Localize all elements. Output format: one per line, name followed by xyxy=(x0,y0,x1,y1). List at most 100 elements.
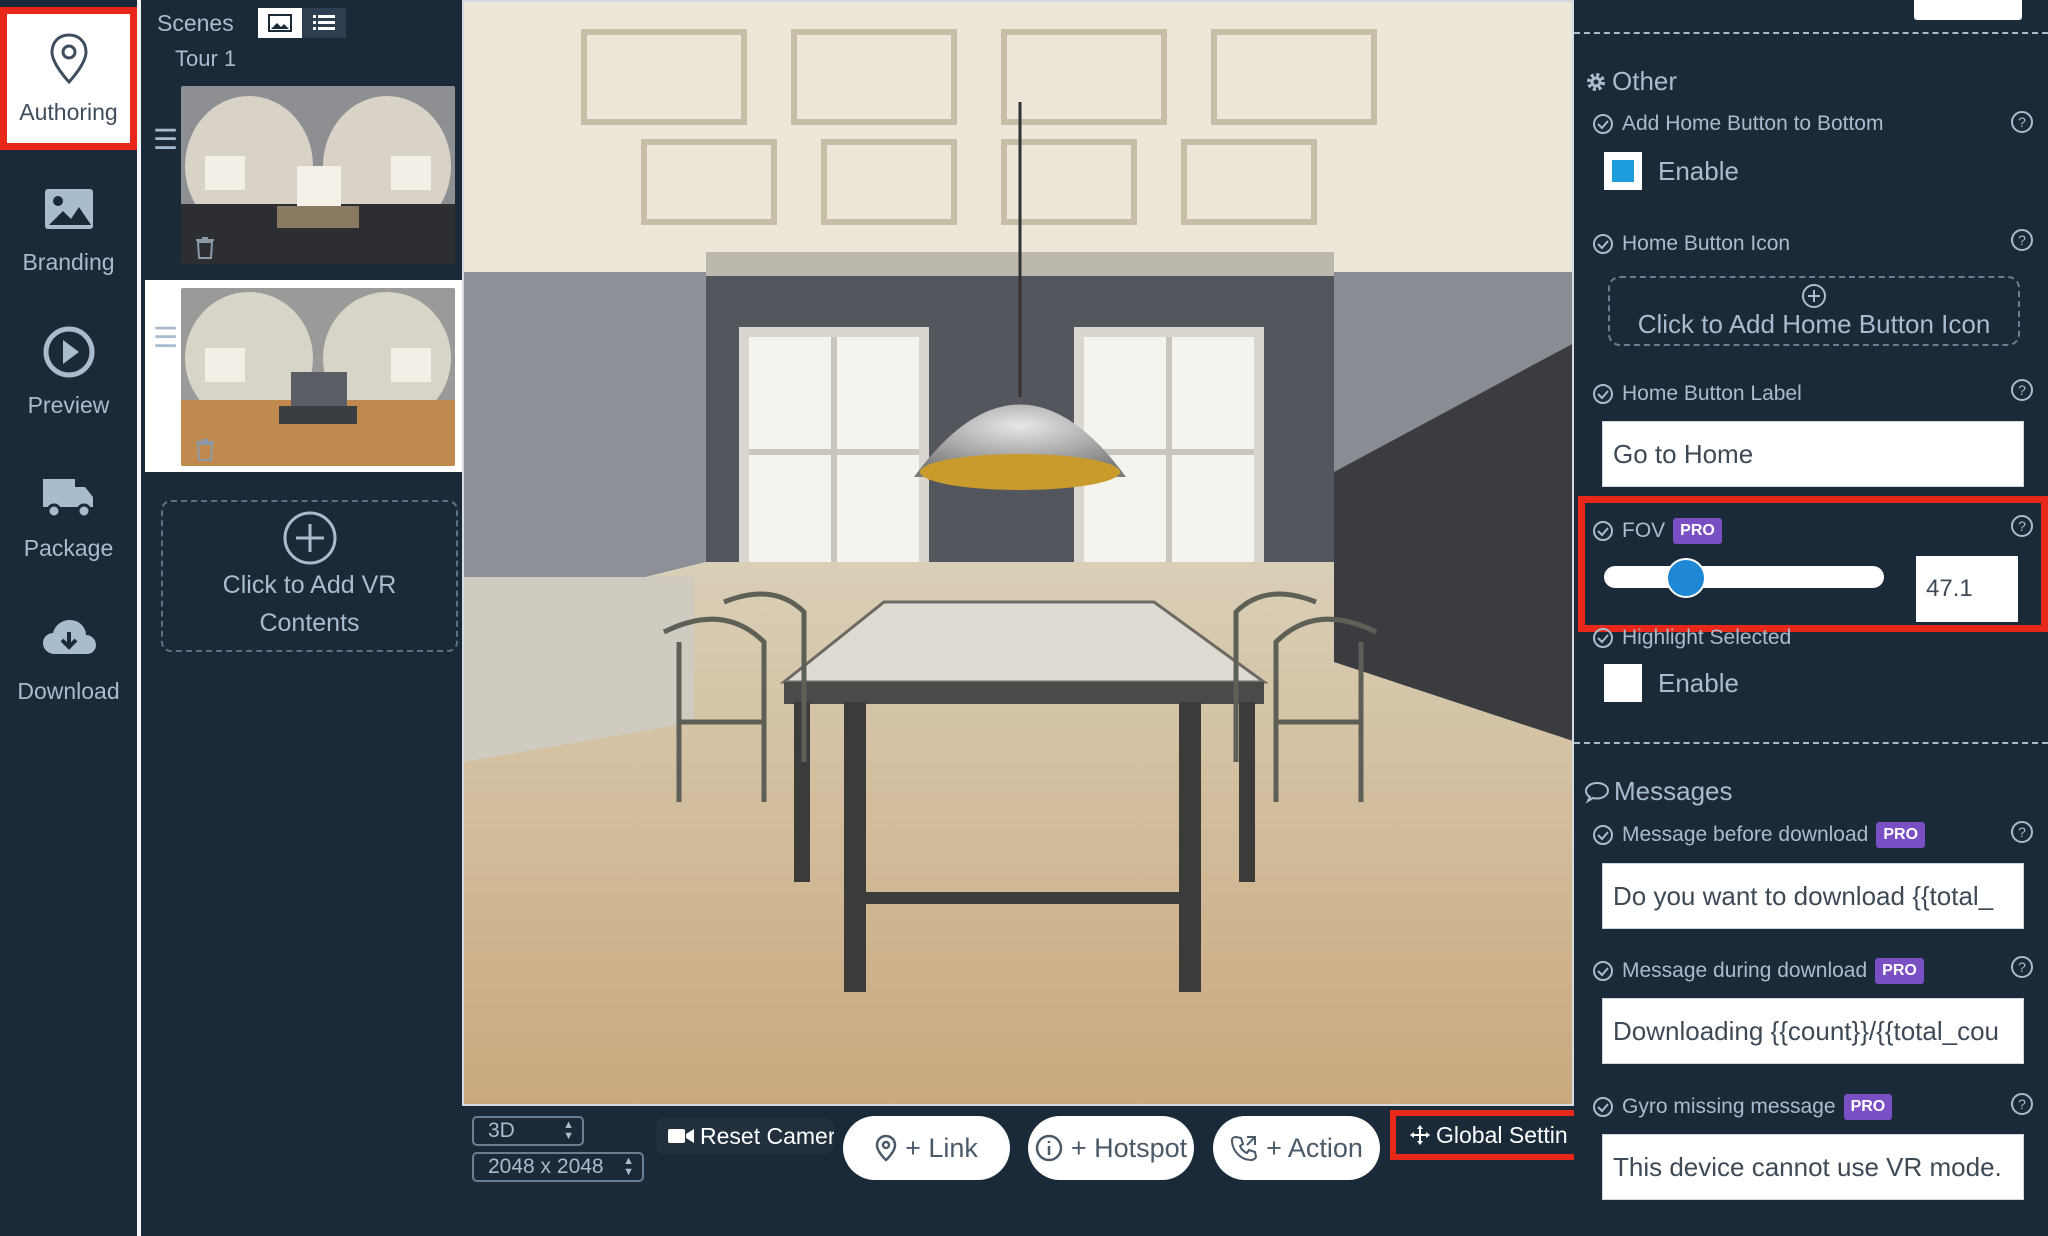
section-messages: Messages xyxy=(1584,776,1733,807)
check-circle-icon xyxy=(1593,234,1613,254)
add-action-label: + Action xyxy=(1266,1132,1363,1163)
add-home-button-checkbox-row[interactable]: Enable xyxy=(1604,152,1739,190)
divider xyxy=(1574,742,2048,744)
plus-circle-icon xyxy=(1802,283,1826,308)
add-hotspot-button[interactable]: + Hotspot xyxy=(1028,1116,1194,1180)
nav-download[interactable]: Download xyxy=(0,586,137,729)
svg-text:?: ? xyxy=(2018,959,2026,975)
scene-thumbnail[interactable] xyxy=(181,86,455,264)
trash-icon[interactable] xyxy=(195,438,215,462)
checkbox-label: Enable xyxy=(1658,667,1739,698)
msg-before-input[interactable]: Do you want to download {{total_ xyxy=(1602,863,2024,929)
section-messages-title: Messages xyxy=(1614,776,1733,806)
help-icon[interactable]: ? xyxy=(2010,110,2034,134)
add-home-button-icon[interactable]: Click to Add Home Button Icon xyxy=(1608,276,2020,346)
help-icon[interactable]: ? xyxy=(2010,955,2034,979)
pro-badge: PRO xyxy=(1875,958,1924,984)
panorama-viewer[interactable] xyxy=(462,0,1574,1106)
scenes-header: Scenes xyxy=(157,8,346,38)
nav-preview[interactable]: Preview xyxy=(0,300,137,443)
image-icon xyxy=(44,189,93,229)
mode-select-value: 3D xyxy=(488,1119,515,1142)
nav-branding[interactable]: Branding xyxy=(0,157,137,300)
help-icon[interactable]: ? xyxy=(2010,378,2034,402)
fov-slider-knob[interactable] xyxy=(1666,558,1706,598)
check-circle-icon xyxy=(1593,961,1613,981)
trash-icon[interactable] xyxy=(195,236,215,260)
settings-panel: Other Add Home Button to Bottom ? Enable… xyxy=(1574,0,2048,1236)
drag-handle-icon[interactable]: ☰ xyxy=(153,324,178,352)
nav-label: Branding xyxy=(22,249,115,275)
help-icon[interactable]: ? xyxy=(2010,514,2034,538)
scene-card[interactable]: ☰ xyxy=(145,78,462,270)
check-circle-icon xyxy=(1593,114,1613,134)
gyro-input[interactable]: This device cannot use VR mode. xyxy=(1602,1134,2024,1200)
list-icon xyxy=(312,15,335,30)
nav-label: Authoring xyxy=(19,99,118,125)
panorama-image xyxy=(464,2,1572,1104)
check-circle-icon xyxy=(1593,384,1613,404)
add-home-button-option: Add Home Button to Bottom xyxy=(1592,112,1883,136)
resolution-select-value: 2048 x 2048 xyxy=(488,1155,604,1178)
plus-circle-icon xyxy=(283,511,336,565)
help-icon[interactable]: ? xyxy=(2010,1092,2034,1116)
svg-text:?: ? xyxy=(2018,518,2026,534)
scene-thumbnail[interactable] xyxy=(181,288,455,466)
select-arrows-icon: ▲ ▼ xyxy=(623,1155,634,1178)
phone-icon xyxy=(1231,1135,1258,1162)
msg-before-label: Message before download xyxy=(1622,823,1869,846)
top-input-stub[interactable] xyxy=(1914,0,2022,20)
fov-option: FOV PRO xyxy=(1592,518,1722,544)
svg-text:?: ? xyxy=(2018,1096,2026,1112)
fov-value-input[interactable]: 47.1 xyxy=(1916,556,2018,622)
map-pin-icon xyxy=(875,1134,897,1162)
fov-slider[interactable] xyxy=(1604,558,1884,598)
map-pin-icon xyxy=(49,33,88,85)
pro-badge: PRO xyxy=(1876,822,1926,848)
global-settings-button[interactable]: Global Settin xyxy=(1390,1110,1590,1160)
home-button-label-input[interactable]: Go to Home xyxy=(1602,421,2024,487)
msg-during-input[interactable]: Downloading {{count}}/{{total_cou xyxy=(1602,998,2024,1064)
add-action-button[interactable]: + Action xyxy=(1213,1116,1380,1180)
fov-label: FOV xyxy=(1622,519,1666,542)
add-home-button-icon-label: Click to Add Home Button Icon xyxy=(1637,308,1991,339)
msg-during-option: Message during download PRO xyxy=(1592,958,1924,984)
highlight-selected-checkbox-row[interactable]: Enable xyxy=(1604,664,1739,702)
info-icon xyxy=(1035,1134,1063,1162)
list-view-button[interactable] xyxy=(301,8,346,38)
reset-camera-button[interactable]: Reset Camer xyxy=(656,1118,834,1154)
left-nav: Authoring Branding Preview Package Downl… xyxy=(0,0,141,1236)
highlight-selected-checkbox[interactable] xyxy=(1604,664,1642,702)
global-settings-label: Global Settin xyxy=(1436,1121,1568,1148)
help-icon[interactable]: ? xyxy=(2010,820,2034,844)
nav-label: Package xyxy=(23,535,114,561)
nav-label: Preview xyxy=(27,392,110,418)
speech-bubble-icon xyxy=(1584,781,1610,804)
add-home-button-checkbox[interactable] xyxy=(1604,152,1642,190)
help-icon[interactable]: ? xyxy=(2010,228,2034,252)
grid-view-button[interactable] xyxy=(257,8,302,38)
home-button-label-option: Home Button Label xyxy=(1592,382,1802,406)
resolution-select[interactable]: 2048 x 2048 ▲ ▼ xyxy=(472,1152,644,1182)
scene-card-selected[interactable]: ☰ xyxy=(145,280,462,472)
image-icon xyxy=(267,14,292,32)
scenes-title: Scenes xyxy=(157,9,234,36)
nav-package[interactable]: Package xyxy=(0,443,137,586)
check-circle-icon xyxy=(1593,1097,1613,1117)
scenes-panel: Scenes Tour 1 ☰ ☰ Click to Add VR Conten… xyxy=(145,0,462,1236)
add-link-button[interactable]: + Link xyxy=(843,1116,1010,1180)
add-vr-contents-button[interactable]: Click to Add VR Contents xyxy=(161,500,458,652)
svg-text:?: ? xyxy=(2018,114,2026,130)
add-hotspot-label: + Hotspot xyxy=(1070,1132,1188,1163)
drag-handle-icon[interactable]: ☰ xyxy=(153,126,178,154)
add-home-button-label: Add Home Button to Bottom xyxy=(1622,112,1884,135)
add-vr-label: Click to Add VR Contents xyxy=(222,571,397,637)
check-circle-icon xyxy=(1593,521,1613,541)
section-other: Other xyxy=(1584,66,1677,97)
mode-select[interactable]: 3D ▲ ▼ xyxy=(472,1116,584,1146)
nav-authoring[interactable]: Authoring xyxy=(0,7,137,150)
view-toggle xyxy=(257,8,346,38)
tour-name: Tour 1 xyxy=(175,46,237,71)
svg-text:?: ? xyxy=(2018,824,2026,840)
highlight-selected-label: Highlight Selected xyxy=(1622,626,1792,649)
